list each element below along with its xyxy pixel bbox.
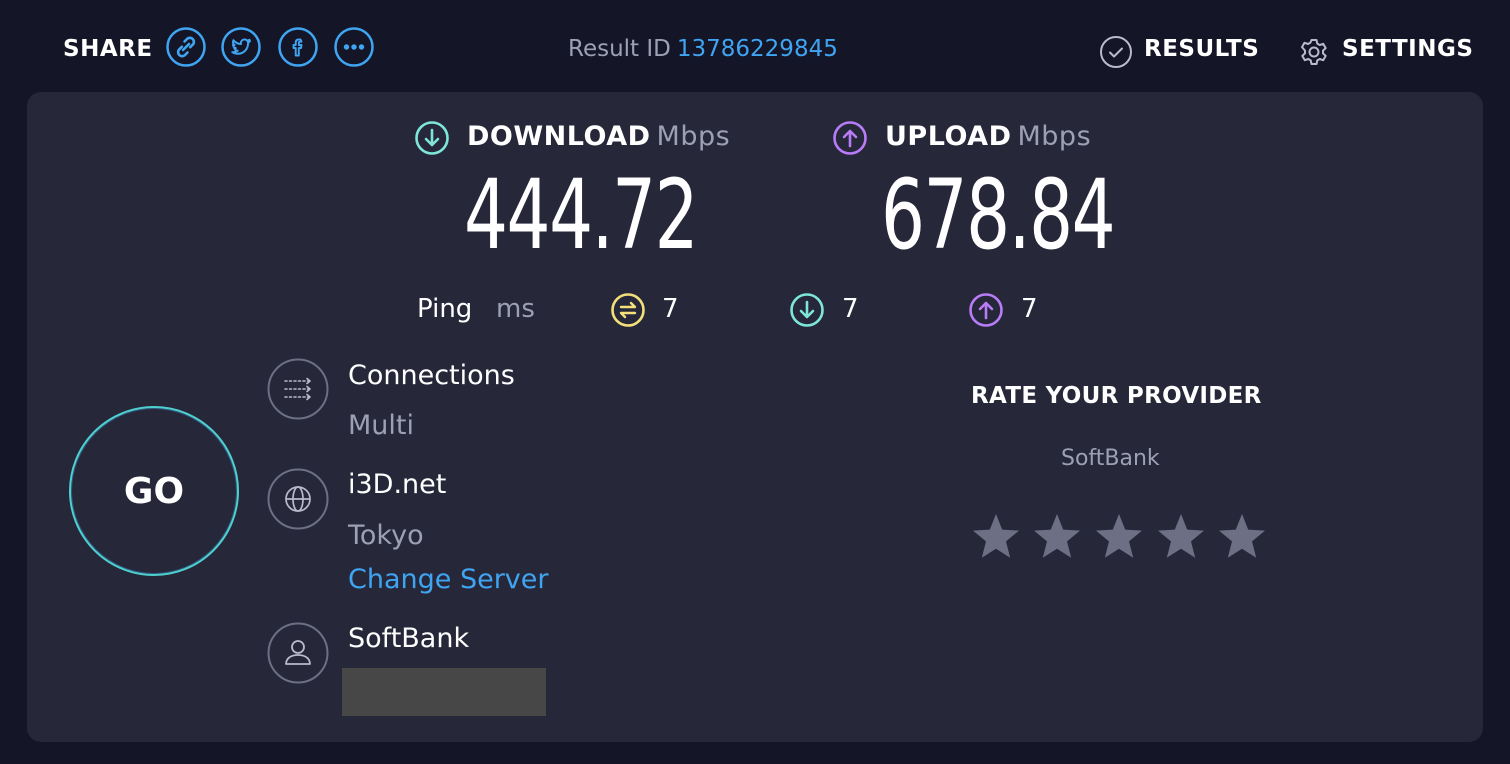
star-rating-2[interactable]: [1033, 512, 1081, 560]
redacted-ip-block: [342, 668, 546, 716]
ping-download-icon: [790, 293, 824, 327]
gear-icon[interactable]: [1297, 35, 1331, 69]
result-id-link[interactable]: 13786229845: [677, 36, 838, 62]
server-location: Tokyo: [348, 520, 424, 551]
download-arrow-icon: [415, 121, 449, 155]
upload-unit: Mbps: [1017, 121, 1092, 152]
connections-title: Connections: [348, 360, 515, 391]
twitter-icon[interactable]: [221, 27, 261, 67]
star-rating-4[interactable]: [1157, 512, 1205, 560]
user-icon: [267, 622, 329, 684]
download-value: 444.72: [464, 159, 699, 271]
link-icon[interactable]: [166, 27, 206, 67]
result-id-label: Result ID: [568, 36, 671, 62]
download-unit: Mbps: [656, 121, 731, 152]
connections-icon: [267, 358, 329, 420]
check-circle-icon[interactable]: [1099, 35, 1133, 69]
upload-arrow-icon: [833, 121, 867, 155]
top-bar: SHARE Result ID 13786229845 RESULTS SETT…: [0, 0, 1510, 92]
download-title: DOWNLOAD Mbps: [467, 121, 730, 152]
results-link[interactable]: RESULTS: [1144, 36, 1259, 62]
upload-value: 678.84: [881, 159, 1116, 271]
facebook-icon[interactable]: [278, 27, 318, 67]
connections-value: Multi: [348, 410, 414, 441]
ping-upload-value: 7: [1021, 294, 1038, 324]
download-label: DOWNLOAD: [467, 121, 651, 152]
change-server-link[interactable]: Change Server: [348, 564, 549, 595]
ping-unit: ms: [496, 294, 535, 324]
rate-provider-title: RATE YOUR PROVIDER: [971, 383, 1262, 409]
go-button[interactable]: GO: [69, 406, 239, 576]
upload-label: UPLOAD: [885, 121, 1012, 152]
star-rating-3[interactable]: [1095, 512, 1143, 560]
provider-name: SoftBank: [348, 623, 470, 654]
upload-title: UPLOAD Mbps: [885, 121, 1091, 152]
server-name: i3D.net: [348, 469, 447, 500]
result-id: Result ID 13786229845: [568, 36, 838, 62]
settings-link[interactable]: SETTINGS: [1342, 36, 1473, 62]
go-label: GO: [123, 470, 185, 512]
rate-provider-name: SoftBank: [1061, 446, 1160, 471]
more-icon[interactable]: [334, 27, 374, 67]
result-panel: DOWNLOAD Mbps 444.72 UPLOAD Mbps 678.84 Pi…: [27, 92, 1483, 742]
ping-idle-value: 7: [662, 294, 679, 324]
globe-icon: [267, 468, 329, 530]
star-rating-1[interactable]: [972, 512, 1020, 560]
ping-download-value: 7: [842, 294, 859, 324]
star-rating-5[interactable]: [1218, 512, 1266, 560]
ping-label: Ping: [417, 294, 473, 324]
share-label: SHARE: [63, 36, 153, 62]
ping-upload-icon: [969, 293, 1003, 327]
ping-idle-icon: [611, 293, 645, 327]
